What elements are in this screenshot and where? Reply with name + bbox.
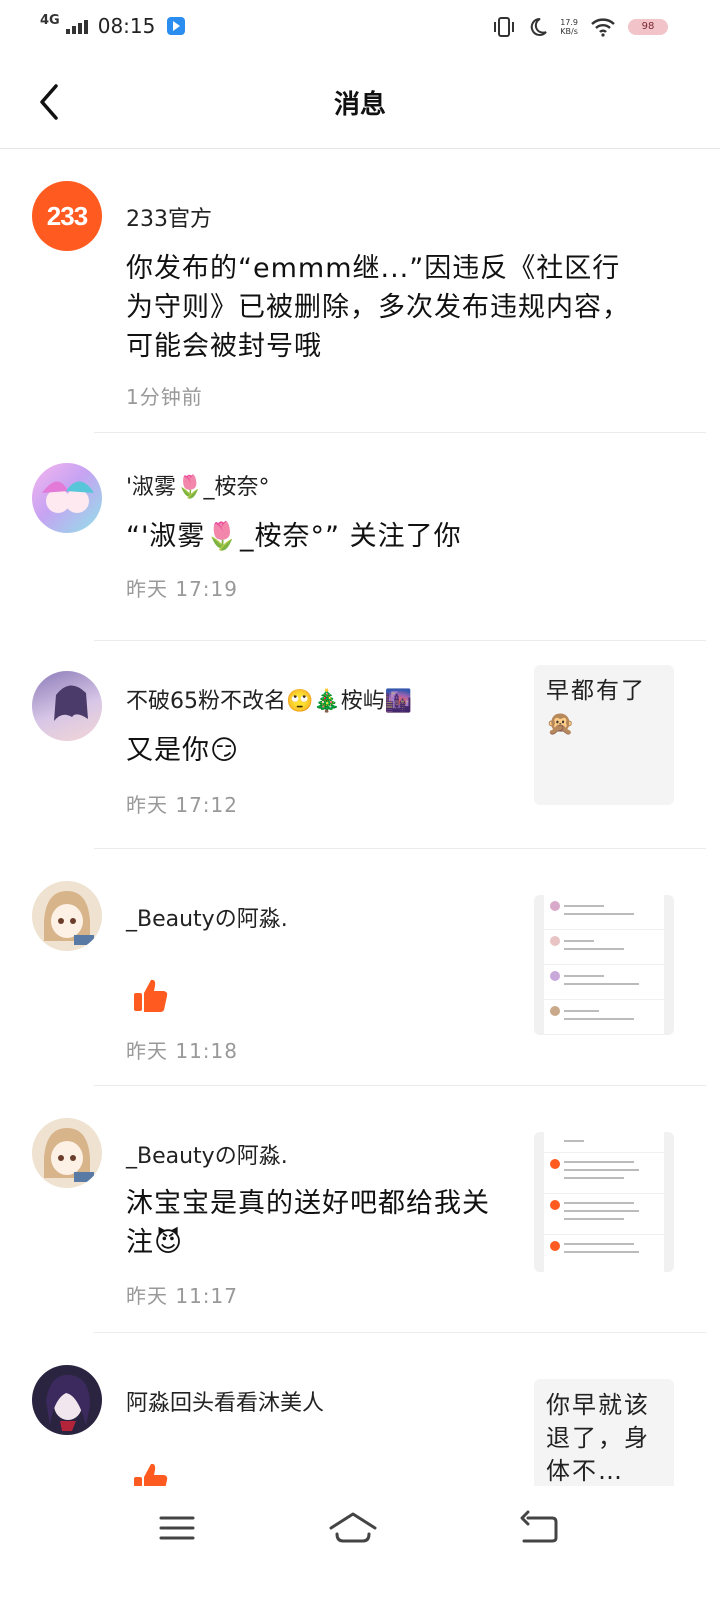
status-bar: 4G 08:15 17.9 KB/s 98 bbox=[0, 0, 720, 56]
avatar-logo-text: 233 bbox=[46, 200, 88, 231]
avatar[interactable]: 233 bbox=[32, 181, 102, 251]
post-preview-thumbnail[interactable] bbox=[534, 1132, 674, 1272]
message-time: 1分钟前 bbox=[126, 385, 203, 409]
avatar[interactable] bbox=[32, 1365, 102, 1435]
menu-icon[interactable] bbox=[147, 1508, 207, 1548]
message-content: 你发布的“emmm继...”因违反《社区行为守则》已被删除，多次发布违规内容，可… bbox=[126, 253, 630, 362]
preview-text: 早都有了🙊 bbox=[546, 678, 646, 737]
home-icon[interactable] bbox=[323, 1508, 383, 1548]
system-navigation-bar bbox=[0, 1486, 720, 1600]
message-time: 昨天 17:12 bbox=[126, 793, 238, 817]
avatar[interactable] bbox=[32, 881, 102, 951]
anime-avatar-image bbox=[42, 481, 94, 513]
app-notification-icon bbox=[167, 17, 186, 35]
message-content: 又是你😏 bbox=[126, 735, 240, 766]
anime-avatar-image bbox=[44, 891, 94, 945]
mini-screenshot bbox=[544, 895, 664, 1035]
signal-icon bbox=[65, 18, 88, 34]
message-list[interactable]: 233 233官方 你发布的“emmm继...”因违反《社区行为守则》已被删除，… bbox=[0, 149, 720, 1486]
message-item[interactable]: '淑雾🌷_桉奈° “'淑雾🌷_桉奈°” 关注了你 昨天 17:19 bbox=[0, 433, 720, 641]
message-item[interactable]: 阿淼回头看看沐美人 你早就该退了，身体不… bbox=[0, 1333, 720, 1486]
status-right: 17.9 KB/s 98 bbox=[492, 16, 668, 38]
avatar[interactable] bbox=[32, 463, 102, 533]
sender-name[interactable]: 233官方 bbox=[126, 201, 212, 233]
back-arrow-icon[interactable] bbox=[508, 1508, 568, 1548]
battery-indicator: 98 bbox=[628, 19, 668, 35]
replied-comment-preview[interactable]: 早都有了🙊 bbox=[534, 665, 674, 805]
network-type: 4G bbox=[40, 12, 60, 28]
message-time: 昨天 11:18 bbox=[126, 1039, 238, 1063]
anime-avatar-image bbox=[44, 1128, 94, 1182]
clock: 08:15 bbox=[97, 14, 156, 38]
message-item[interactable]: 不破65粉不改名🙄🎄桉屿🌆 又是你😏 昨天 17:12 早都有了🙊 bbox=[0, 641, 720, 849]
sender-name[interactable]: _Beautyの阿淼. bbox=[126, 1138, 288, 1170]
message-item[interactable]: 233 233官方 你发布的“emmm继...”因违反《社区行为守则》已被删除，… bbox=[0, 149, 720, 433]
replied-comment-preview[interactable]: 你早就该退了，身体不… bbox=[534, 1379, 674, 1486]
message-time: 昨天 11:17 bbox=[126, 1284, 238, 1308]
net-speed: 17.9 KB/s bbox=[560, 18, 578, 36]
message-content: 沐宝宝是真的送好吧都给我关注😈 bbox=[126, 1188, 490, 1258]
anime-avatar-image bbox=[46, 1374, 90, 1431]
message-time: 昨天 17:19 bbox=[126, 577, 238, 601]
anime-avatar-image bbox=[54, 685, 88, 721]
avatar[interactable] bbox=[32, 671, 102, 741]
preview-text: 你早就该退了，身体不… bbox=[546, 1391, 650, 1485]
avatar[interactable] bbox=[32, 1118, 102, 1188]
wifi-icon bbox=[591, 18, 615, 37]
sender-name[interactable]: _Beautyの阿淼. bbox=[126, 901, 288, 933]
sender-name[interactable]: 不破65粉不改名🙄🎄桉屿🌆 bbox=[126, 683, 412, 715]
sender-name[interactable]: 阿淼回头看看沐美人 bbox=[126, 1385, 324, 1417]
sender-name[interactable]: '淑雾🌷_桉奈° bbox=[126, 469, 269, 501]
page-title: 消息 bbox=[333, 90, 386, 120]
post-preview-thumbnail[interactable] bbox=[534, 895, 674, 1035]
header: 消息 bbox=[0, 56, 720, 149]
message-item[interactable]: _Beautyの阿淼. 昨天 11:18 bbox=[0, 849, 720, 1086]
moon-icon bbox=[531, 17, 547, 36]
message-item[interactable]: _Beautyの阿淼. 沐宝宝是真的送好吧都给我关注😈 昨天 11:17 bbox=[0, 1086, 720, 1333]
mini-screenshot bbox=[544, 1132, 664, 1272]
thumbs-up-icon bbox=[134, 979, 168, 1012]
vibrate-icon bbox=[494, 17, 515, 37]
message-content: “'淑雾🌷_桉奈°” 关注了你 bbox=[126, 521, 462, 552]
status-left: 4G 08:15 bbox=[40, 12, 186, 38]
thumbs-up-icon bbox=[134, 1463, 168, 1486]
